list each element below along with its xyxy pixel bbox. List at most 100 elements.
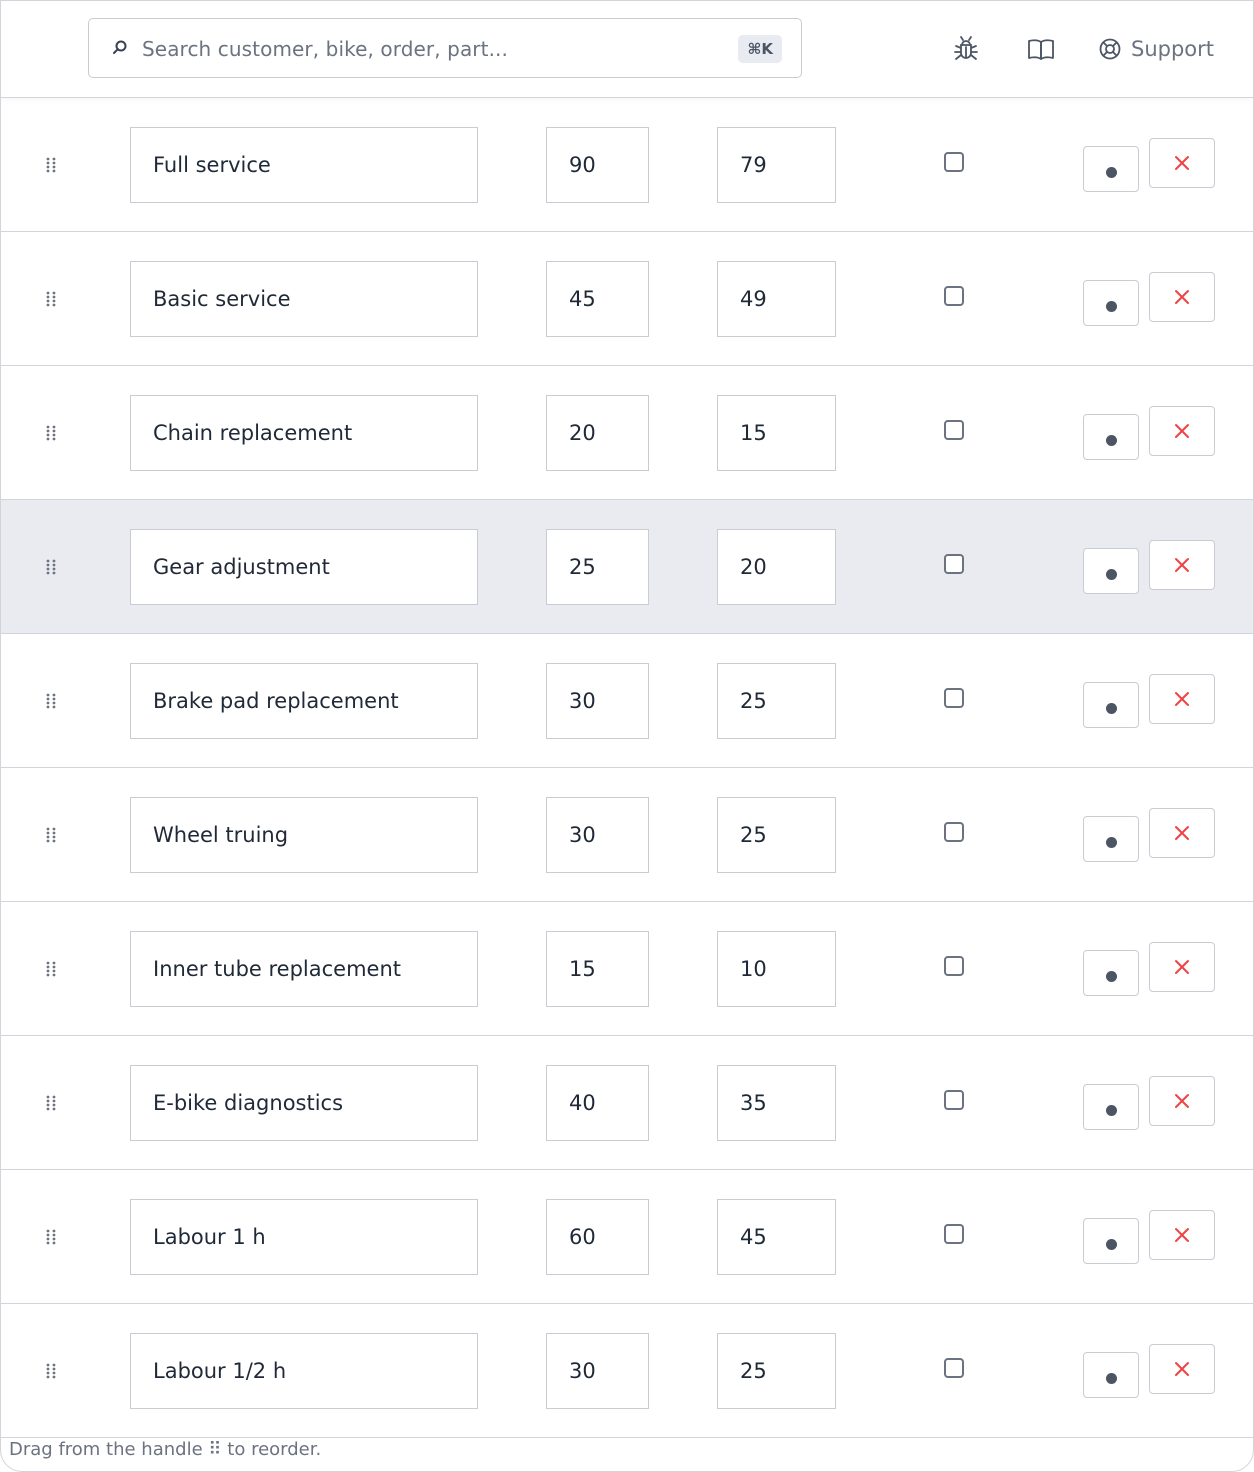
row-checkbox[interactable] bbox=[944, 1090, 964, 1110]
drag-handle-icon[interactable] bbox=[45, 1229, 57, 1245]
color-dot-icon bbox=[1106, 167, 1117, 178]
duration-field[interactable]: 30 bbox=[546, 1333, 649, 1409]
lifebuoy-icon bbox=[1099, 38, 1121, 60]
color-dot-icon bbox=[1106, 435, 1117, 446]
service-list: Full service 90 79 Basic service 45 49 C… bbox=[1, 98, 1253, 1438]
delete-button[interactable] bbox=[1149, 1344, 1215, 1394]
price-field[interactable]: 20 bbox=[717, 529, 836, 605]
color-dot-icon bbox=[1106, 569, 1117, 580]
service-name-field[interactable]: Basic service bbox=[130, 261, 478, 337]
close-icon bbox=[1175, 1362, 1189, 1376]
book-icon[interactable] bbox=[1026, 34, 1056, 64]
table-row: Labour 1/2 h 30 25 bbox=[1, 1304, 1253, 1438]
table-row: Gear adjustment 25 20 bbox=[1, 500, 1253, 634]
delete-button[interactable] bbox=[1149, 942, 1215, 992]
row-checkbox[interactable] bbox=[944, 956, 964, 976]
duration-field[interactable]: 40 bbox=[546, 1065, 649, 1141]
search-icon bbox=[113, 40, 127, 54]
service-name-field[interactable]: E-bike diagnostics bbox=[130, 1065, 478, 1141]
row-checkbox[interactable] bbox=[944, 286, 964, 306]
row-checkbox[interactable] bbox=[944, 420, 964, 440]
row-checkbox[interactable] bbox=[944, 1224, 964, 1244]
bug-icon[interactable] bbox=[951, 34, 981, 64]
table-row: Wheel truing 30 25 bbox=[1, 768, 1253, 902]
drag-handle-icon[interactable] bbox=[45, 1095, 57, 1111]
search-placeholder: Search customer, bike, order, part... bbox=[142, 37, 508, 61]
close-icon bbox=[1175, 558, 1189, 572]
price-field[interactable]: 25 bbox=[717, 663, 836, 739]
drag-handle-icon[interactable] bbox=[45, 291, 57, 307]
service-name-field[interactable]: Inner tube replacement bbox=[130, 931, 478, 1007]
table-row: E-bike diagnostics 40 35 bbox=[1, 1036, 1253, 1170]
duration-field[interactable]: 45 bbox=[546, 261, 649, 337]
duration-field[interactable]: 15 bbox=[546, 931, 649, 1007]
top-bar: Search customer, bike, order, part... ⌘K bbox=[1, 1, 1253, 98]
color-button[interactable] bbox=[1083, 414, 1139, 460]
color-dot-icon bbox=[1106, 301, 1117, 312]
price-field[interactable]: 25 bbox=[717, 797, 836, 873]
color-button[interactable] bbox=[1083, 280, 1139, 326]
price-field[interactable]: 79 bbox=[717, 127, 836, 203]
color-button[interactable] bbox=[1083, 682, 1139, 728]
drag-handle-icon[interactable] bbox=[45, 827, 57, 843]
duration-field[interactable]: 30 bbox=[546, 797, 649, 873]
price-field[interactable]: 25 bbox=[717, 1333, 836, 1409]
color-button[interactable] bbox=[1083, 1352, 1139, 1398]
price-field[interactable]: 10 bbox=[717, 931, 836, 1007]
delete-button[interactable] bbox=[1149, 272, 1215, 322]
color-dot-icon bbox=[1106, 837, 1117, 848]
drag-handle-icon[interactable] bbox=[45, 693, 57, 709]
color-button[interactable] bbox=[1083, 816, 1139, 862]
close-icon bbox=[1175, 156, 1189, 170]
color-dot-icon bbox=[1106, 1105, 1117, 1116]
duration-field[interactable]: 60 bbox=[546, 1199, 649, 1275]
close-icon bbox=[1175, 960, 1189, 974]
price-field[interactable]: 15 bbox=[717, 395, 836, 471]
row-checkbox[interactable] bbox=[944, 554, 964, 574]
drag-handle-icon[interactable] bbox=[45, 1363, 57, 1379]
service-name-field[interactable]: Brake pad replacement bbox=[130, 663, 478, 739]
duration-field[interactable]: 30 bbox=[546, 663, 649, 739]
service-name-field[interactable]: Wheel truing bbox=[130, 797, 478, 873]
color-button[interactable] bbox=[1083, 1084, 1139, 1130]
drag-handle-icon[interactable] bbox=[45, 559, 57, 575]
delete-button[interactable] bbox=[1149, 1210, 1215, 1260]
support-label: Support bbox=[1131, 37, 1215, 61]
search-input[interactable]: Search customer, bike, order, part... ⌘K bbox=[88, 18, 802, 78]
drag-handle-icon[interactable] bbox=[45, 961, 57, 977]
service-name-field[interactable]: Labour 1 h bbox=[130, 1199, 478, 1275]
duration-field[interactable]: 25 bbox=[546, 529, 649, 605]
row-checkbox[interactable] bbox=[944, 688, 964, 708]
shortcut-badge: ⌘K bbox=[738, 35, 782, 63]
price-field[interactable]: 49 bbox=[717, 261, 836, 337]
delete-button[interactable] bbox=[1149, 674, 1215, 724]
color-button[interactable] bbox=[1083, 950, 1139, 996]
duration-field[interactable]: 90 bbox=[546, 127, 649, 203]
price-field[interactable]: 35 bbox=[717, 1065, 836, 1141]
service-name-field[interactable]: Labour 1/2 h bbox=[130, 1333, 478, 1409]
row-checkbox[interactable] bbox=[944, 822, 964, 842]
price-field[interactable]: 45 bbox=[717, 1199, 836, 1275]
color-button[interactable] bbox=[1083, 548, 1139, 594]
delete-button[interactable] bbox=[1149, 808, 1215, 858]
delete-button[interactable] bbox=[1149, 1076, 1215, 1126]
delete-button[interactable] bbox=[1149, 406, 1215, 456]
service-name-field[interactable]: Full service bbox=[130, 127, 478, 203]
color-dot-icon bbox=[1106, 1239, 1117, 1250]
close-icon bbox=[1175, 1094, 1189, 1108]
delete-button[interactable] bbox=[1149, 540, 1215, 590]
service-name-field[interactable]: Gear adjustment bbox=[130, 529, 478, 605]
duration-field[interactable]: 20 bbox=[546, 395, 649, 471]
row-checkbox[interactable] bbox=[944, 152, 964, 172]
support-link[interactable]: Support bbox=[1098, 34, 1214, 64]
row-checkbox[interactable] bbox=[944, 1358, 964, 1378]
drag-handle-icon[interactable] bbox=[45, 157, 57, 173]
color-button[interactable] bbox=[1083, 146, 1139, 192]
close-icon bbox=[1175, 424, 1189, 438]
table-row: Labour 1 h 60 45 bbox=[1, 1170, 1253, 1304]
color-dot-icon bbox=[1106, 1373, 1117, 1384]
service-name-field[interactable]: Chain replacement bbox=[130, 395, 478, 471]
color-button[interactable] bbox=[1083, 1218, 1139, 1264]
drag-handle-icon[interactable] bbox=[45, 425, 57, 441]
delete-button[interactable] bbox=[1149, 138, 1215, 188]
